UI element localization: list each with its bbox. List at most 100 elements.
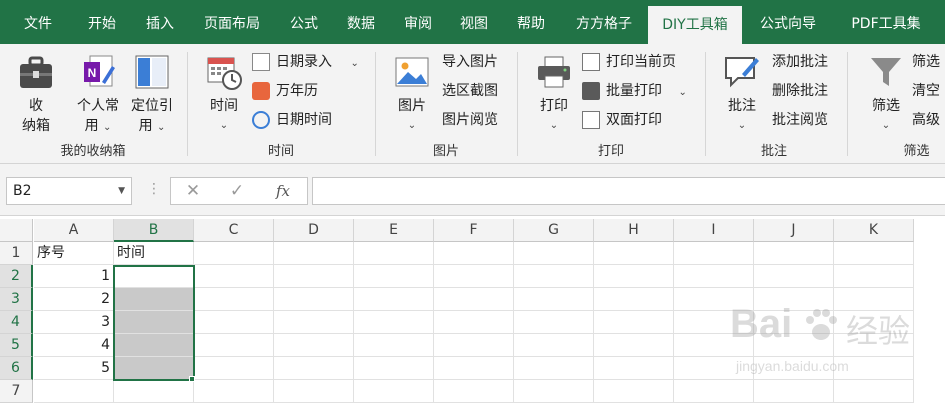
cell-b4[interactable] [114,311,194,334]
filter-item-3[interactable]: 高级 [912,108,940,132]
cell-f7[interactable] [434,380,514,403]
tab-help[interactable]: 帮助 [504,0,558,44]
column-header-b[interactable]: B [114,219,194,242]
chevron-down-icon[interactable]: ▼ [118,178,125,204]
cell-d5[interactable] [274,334,354,357]
row-header-4[interactable]: 4 [0,311,33,334]
add-comment-button[interactable]: 添加批注 [772,50,828,74]
cell-h6[interactable] [594,357,674,380]
region-screenshot-button[interactable]: 选区截图 [442,79,498,103]
cell-f2[interactable] [434,265,514,288]
cell-g4[interactable] [514,311,594,334]
column-header-f[interactable]: F [434,219,514,242]
cell-f1[interactable] [434,242,514,265]
cell-h7[interactable] [594,380,674,403]
cell-h3[interactable] [594,288,674,311]
column-header-d[interactable]: D [274,219,354,242]
personal-common-button[interactable]: N 个人常 用 ⌄ [72,52,124,138]
cell-j2[interactable] [754,265,834,288]
cell-d4[interactable] [274,311,354,334]
filter-button[interactable]: 筛选 ⌄ [864,52,908,136]
duplex-print-button[interactable]: 双面打印 [582,108,662,132]
delete-comment-button[interactable]: 删除批注 [772,79,828,103]
tab-diy-toolbox[interactable]: DIY工具箱 [648,6,742,44]
cell-c3[interactable] [194,288,274,311]
date-time-button[interactable]: 日期时间 [252,108,332,132]
column-header-g[interactable]: G [514,219,594,242]
tab-review[interactable]: 审阅 [392,0,444,44]
tab-formula-wizard[interactable]: 公式向导 [746,0,830,44]
cell-a4[interactable]: 3 [34,311,114,334]
filter-item-2[interactable]: 清空 [912,79,940,103]
cell-e1[interactable] [354,242,434,265]
tab-view[interactable]: 视图 [448,0,500,44]
tab-file[interactable]: 文件 [8,0,68,44]
cell-h2[interactable] [594,265,674,288]
column-header-i[interactable]: I [674,219,754,242]
cell-e2[interactable] [354,265,434,288]
cell-f3[interactable] [434,288,514,311]
date-entry-button[interactable]: 日期录入 ⌄ [252,50,359,74]
fill-handle[interactable] [189,376,195,382]
cell-f4[interactable] [434,311,514,334]
cell-c7[interactable] [194,380,274,403]
cell-b7[interactable] [114,380,194,403]
cell-a7[interactable] [34,380,114,403]
cell-k1[interactable] [834,242,914,265]
cell-h1[interactable] [594,242,674,265]
tab-page-layout[interactable]: 页面布局 [192,0,272,44]
tab-formulas[interactable]: 公式 [278,0,330,44]
cell-h5[interactable] [594,334,674,357]
column-header-e[interactable]: E [354,219,434,242]
formula-input[interactable] [312,177,945,205]
cell-c1[interactable] [194,242,274,265]
cell-j1[interactable] [754,242,834,265]
cell-e5[interactable] [354,334,434,357]
cell-k2[interactable] [834,265,914,288]
comment-button[interactable]: 批注 ⌄ [720,52,764,136]
cell-a3[interactable]: 2 [34,288,114,311]
storage-box-button[interactable]: 收 纳箱 [12,52,60,136]
cell-g1[interactable] [514,242,594,265]
select-all-corner[interactable] [0,219,33,242]
cell-a2[interactable]: 1 [34,265,114,288]
cell-c6[interactable] [194,357,274,380]
name-box[interactable]: B2 ▼ [6,177,132,205]
cell-g3[interactable] [514,288,594,311]
cell-b6[interactable] [114,357,194,380]
column-header-j[interactable]: J [754,219,834,242]
cell-g7[interactable] [514,380,594,403]
cell-b2[interactable] [114,265,194,288]
cell-a5[interactable]: 4 [34,334,114,357]
tab-home[interactable]: 开始 [72,0,132,44]
column-header-h[interactable]: H [594,219,674,242]
cell-b1[interactable]: 时间 [114,242,194,265]
row-header-7[interactable]: 7 [0,380,33,403]
filter-item-1[interactable]: 筛选 [912,50,940,74]
cell-g2[interactable] [514,265,594,288]
cell-e7[interactable] [354,380,434,403]
cell-a1[interactable]: 序号 [34,242,114,265]
cell-d2[interactable] [274,265,354,288]
cell-a6[interactable]: 5 [34,357,114,380]
cell-g6[interactable] [514,357,594,380]
insert-function-icon[interactable]: fx [263,178,303,204]
row-header-2[interactable]: 2 [0,265,33,288]
cell-e3[interactable] [354,288,434,311]
cell-c2[interactable] [194,265,274,288]
cell-b5[interactable] [114,334,194,357]
column-header-a[interactable]: A [34,219,114,242]
cell-f6[interactable] [434,357,514,380]
print-current-page-button[interactable]: 打印当前页 [582,50,676,74]
cell-c5[interactable] [194,334,274,357]
cell-h4[interactable] [594,311,674,334]
column-header-c[interactable]: C [194,219,274,242]
row-header-1[interactable]: 1 [0,242,33,265]
splitter-dots-icon[interactable]: ⋮ [147,181,161,197]
batch-print-button[interactable]: 批量打印 ⌄ [582,79,687,103]
import-picture-button[interactable]: 导入图片 [442,50,498,74]
picture-view-button[interactable]: 图片阅览 [442,108,498,132]
cell-d6[interactable] [274,357,354,380]
tab-data[interactable]: 数据 [334,0,388,44]
cell-i2[interactable] [674,265,754,288]
